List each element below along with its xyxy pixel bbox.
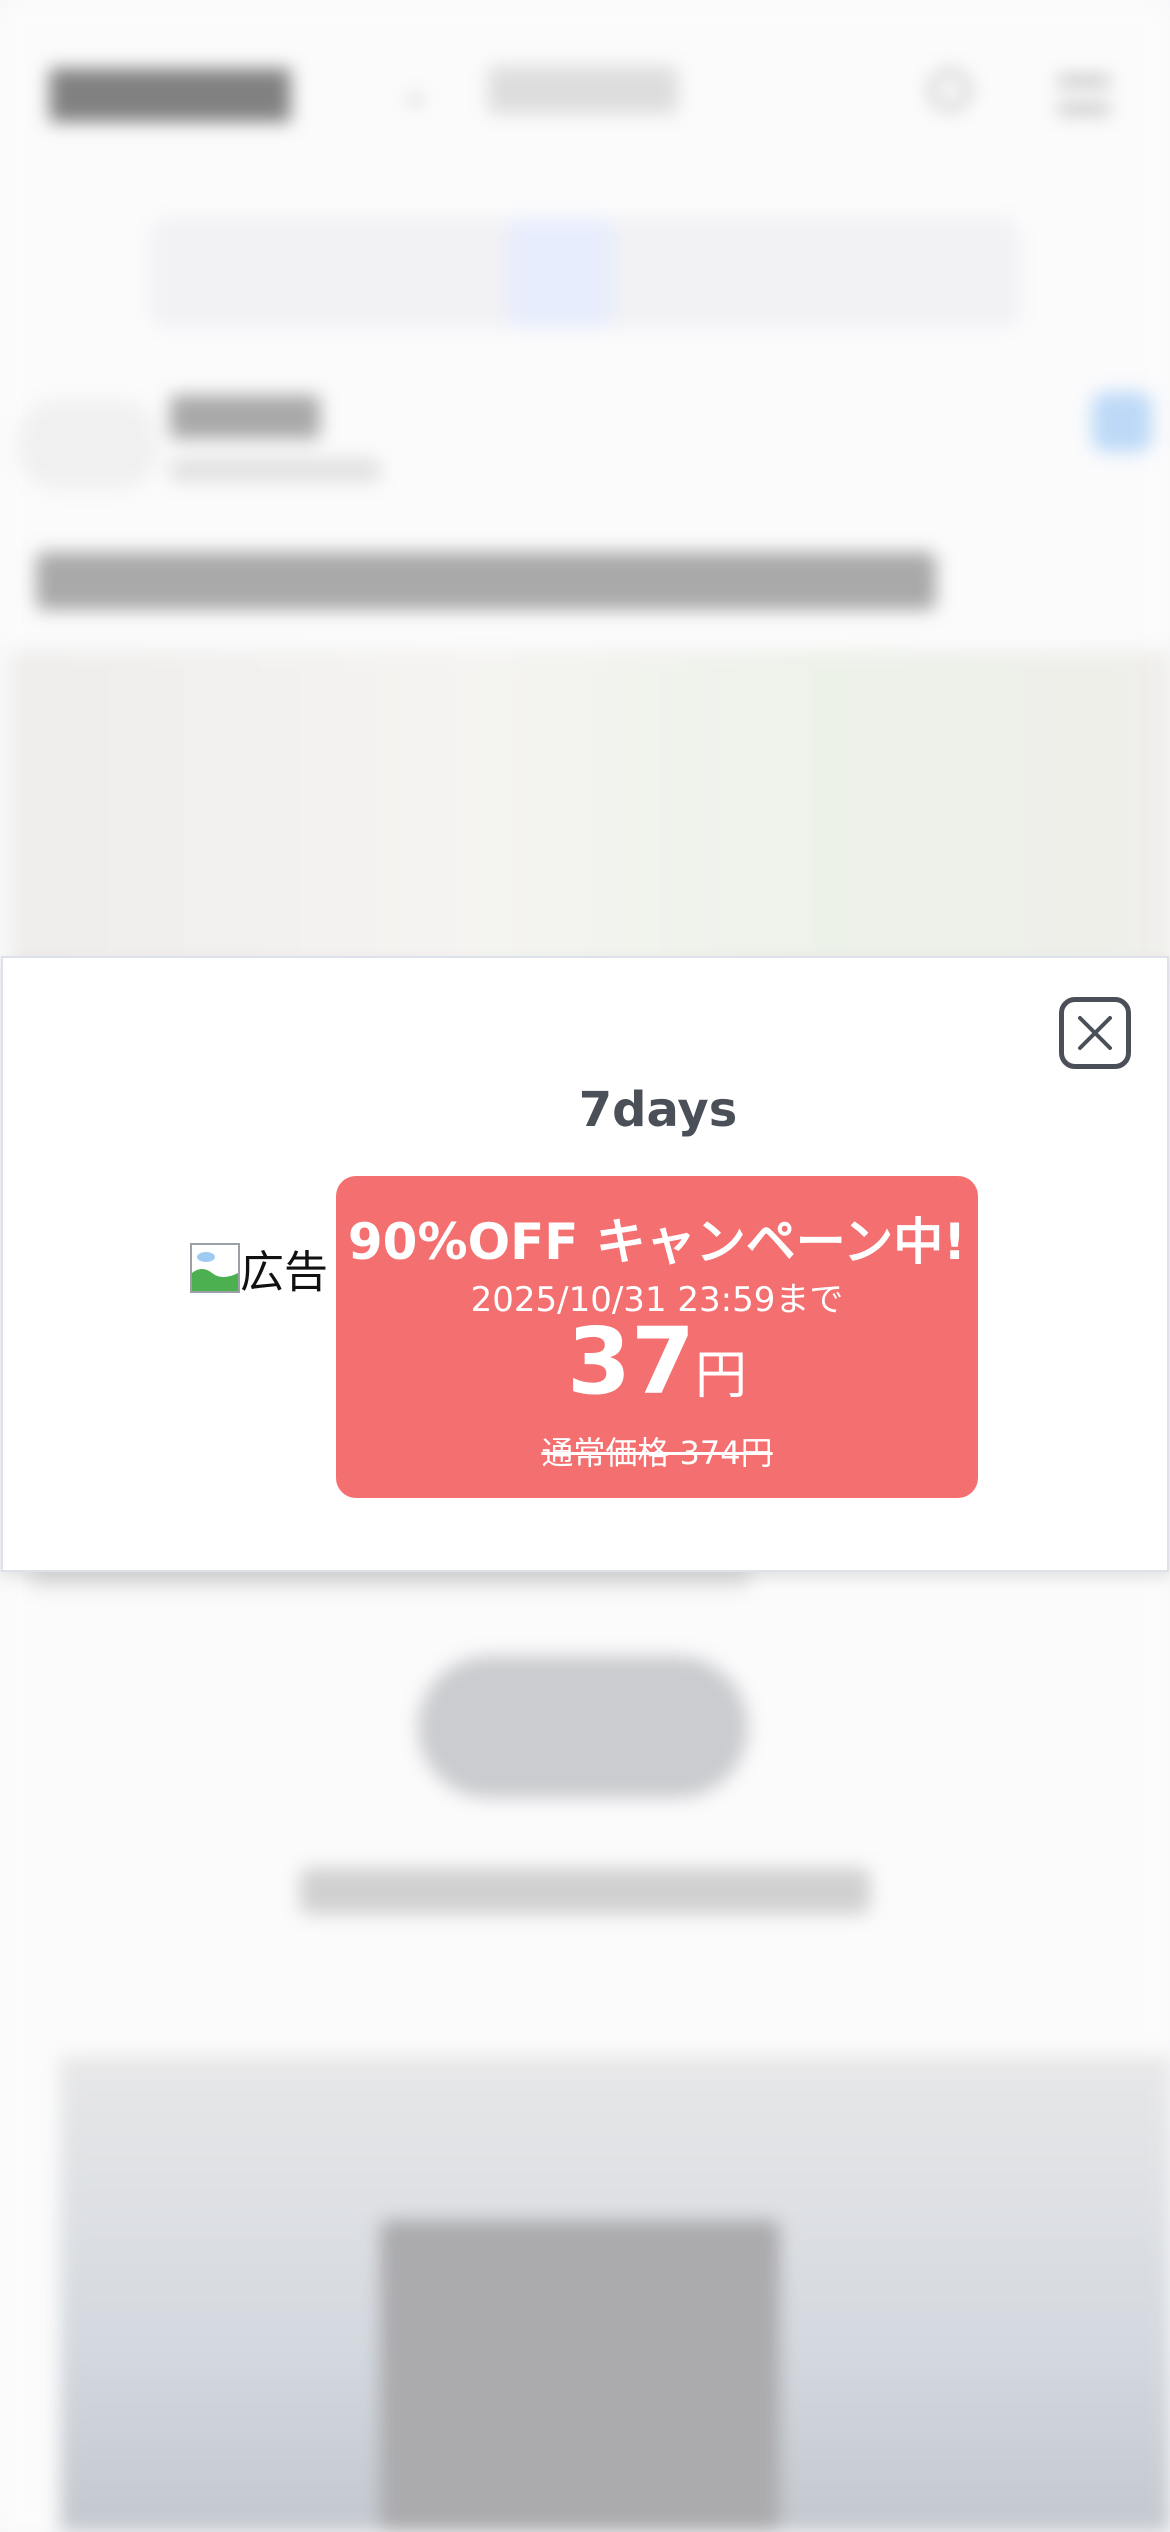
search-icon bbox=[930, 70, 970, 110]
promo-card[interactable]: 90%OFF キャンペーン中! 2025/10/31 23:59まで 37円 通… bbox=[336, 1176, 978, 1498]
menu-icon bbox=[1058, 78, 1110, 112]
broken-image-icon bbox=[190, 1243, 240, 1293]
read-button bbox=[418, 1656, 748, 1798]
section-caption bbox=[300, 1868, 870, 1914]
modal-title: 7days bbox=[578, 1082, 738, 1138]
promo-headline: 90%OFF キャンペーン中! bbox=[347, 1213, 967, 1271]
author-subtitle bbox=[170, 458, 380, 482]
cover-artwork bbox=[10, 650, 1170, 970]
follow-button bbox=[1092, 392, 1152, 452]
site-logo: ▇▇▇▇▇▇ bbox=[50, 62, 290, 122]
modal-close-button[interactable] bbox=[1059, 997, 1131, 1069]
price-unit: 円 bbox=[695, 1346, 748, 1406]
promo-price: 37円 bbox=[336, 1308, 978, 1415]
close-icon bbox=[1078, 1016, 1112, 1050]
header-bar: ▇▇▇▇▇▇ ⌄ bbox=[0, 0, 1170, 190]
author-name bbox=[170, 395, 320, 439]
chevron-down-icon: ⌄ bbox=[400, 72, 431, 113]
chapter-pager-active bbox=[508, 218, 612, 328]
ad-image-alt-text: 広告 bbox=[240, 1247, 328, 1298]
search-input bbox=[488, 66, 678, 114]
price-value: 37 bbox=[566, 1308, 695, 1415]
work-title bbox=[36, 552, 936, 610]
author-avatar bbox=[18, 400, 158, 490]
preview-overlay-box bbox=[380, 2220, 780, 2532]
ad-image[interactable]: 広告 bbox=[190, 1238, 328, 1298]
regular-price: 通常価格 374円 bbox=[541, 1434, 773, 1472]
